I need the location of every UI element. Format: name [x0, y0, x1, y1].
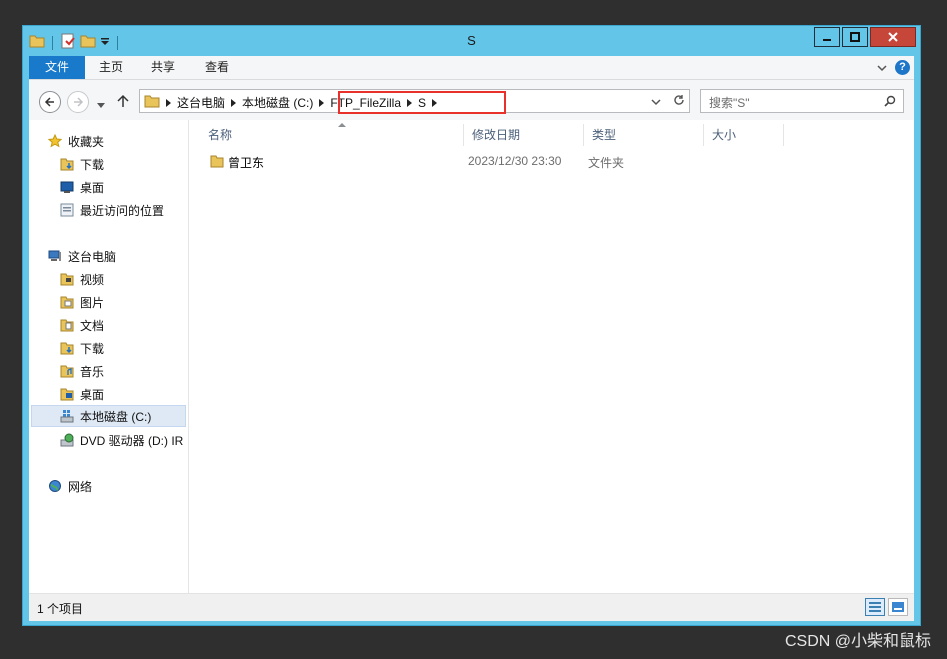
- column-header-label: 名称: [208, 128, 233, 142]
- content-area: 收藏夹 下载 桌面 最近访问的位置 这台电脑 视频 图片 文档 下载 音乐 桌面…: [29, 120, 914, 593]
- column-header-name[interactable]: 名称: [200, 123, 464, 146]
- expand-ribbon-icon[interactable]: [877, 61, 887, 75]
- breadcrumb-arrow-icon[interactable]: [166, 98, 171, 107]
- refresh-icon[interactable]: [673, 94, 685, 109]
- downloads-folder-icon: [59, 156, 75, 172]
- videos-folder-icon: [59, 271, 75, 287]
- help-icon[interactable]: ?: [895, 60, 910, 75]
- desktop-icon: [59, 179, 75, 195]
- computer-icon: [47, 248, 63, 264]
- column-header-label: 修改日期: [472, 128, 521, 142]
- nav-item-label: 本地磁盘 (C:): [80, 409, 152, 424]
- file-modified: 2023/12/30 23:30: [468, 154, 562, 168]
- forward-button[interactable]: [67, 91, 89, 113]
- file-list: 名称 修改日期 类型 大小 曾卫东 2023/12/30 23:30 文件夹: [190, 120, 914, 593]
- nav-item-label: 音乐: [80, 364, 105, 379]
- back-button[interactable]: [39, 91, 61, 113]
- item-count: 1 个项目: [37, 602, 84, 616]
- search-input[interactable]: 搜索"S": [700, 89, 904, 113]
- documents-folder-icon: [59, 317, 75, 333]
- star-icon: [47, 133, 63, 149]
- local-disk-icon: [59, 408, 75, 424]
- file-name[interactable]: 曾卫东: [228, 154, 264, 171]
- nav-item-local-disk[interactable]: 本地磁盘 (C:): [31, 405, 186, 427]
- downloads-folder-icon: [59, 340, 75, 356]
- column-header-size[interactable]: 大小: [704, 124, 784, 146]
- network-icon: [47, 478, 63, 494]
- ribbon-tabs: 文件 主页 共享 查看 ?: [29, 56, 914, 80]
- folder-icon: [210, 154, 224, 171]
- music-folder-icon: [59, 363, 75, 379]
- minimize-button[interactable]: [814, 27, 840, 47]
- nav-item-label: DVD 驱动器 (D:) IR: [80, 433, 184, 448]
- search-icon[interactable]: [884, 95, 896, 110]
- tab-view[interactable]: 查看: [205, 56, 229, 79]
- tab-home[interactable]: 主页: [99, 56, 123, 79]
- breadcrumb-this-pc[interactable]: 这台电脑: [177, 94, 225, 111]
- nav-item-label: 图片: [80, 295, 105, 310]
- maximize-button[interactable]: [842, 27, 868, 47]
- tab-file[interactable]: 文件: [29, 56, 85, 79]
- recent-places-icon: [59, 202, 75, 218]
- window-title: S: [467, 33, 476, 48]
- address-history-chevron-icon[interactable]: [651, 95, 661, 109]
- search-placeholder: 搜索"S": [709, 96, 750, 110]
- column-header-type[interactable]: 类型: [584, 124, 704, 146]
- view-switcher: [865, 598, 908, 616]
- nav-favorites[interactable]: 收藏夹: [47, 130, 205, 152]
- breadcrumb-local-disk[interactable]: 本地磁盘 (C:): [242, 94, 313, 111]
- navigation-pane: 收藏夹 下载 桌面 最近访问的位置 这台电脑 视频 图片 文档 下载 音乐 桌面…: [29, 120, 189, 593]
- nav-item-label: 视频: [80, 272, 105, 287]
- title-bar: S: [23, 26, 920, 56]
- dvd-drive-icon: [59, 432, 75, 448]
- breadcrumb-arrow-icon[interactable]: [231, 98, 237, 107]
- address-controls: [651, 94, 685, 109]
- pictures-folder-icon: [59, 294, 75, 310]
- folder-icon: [144, 93, 160, 112]
- nav-item-label: 下载: [80, 341, 105, 356]
- breadcrumb-arrow-icon[interactable]: [319, 98, 325, 107]
- column-header-label: 大小: [712, 128, 737, 142]
- up-arrow-icon[interactable]: [117, 94, 129, 111]
- explorer-window: S 文件 主页 共享 查看 ? 这台电脑 本地磁盘 (C:) FTP_FileZ…: [22, 25, 921, 626]
- file-type: 文件夹: [588, 156, 625, 170]
- nav-item-label: 桌面: [80, 180, 105, 195]
- nav-network[interactable]: 网络: [47, 475, 205, 497]
- sort-ascending-icon: [338, 123, 346, 127]
- file-row[interactable]: 曾卫东 2023/12/30 23:30 文件夹: [202, 150, 914, 174]
- nav-this-pc[interactable]: 这台电脑: [47, 245, 205, 267]
- desktop-folder-icon: [59, 386, 75, 402]
- nav-this-pc-label: 这台电脑: [68, 249, 117, 264]
- tab-share[interactable]: 共享: [151, 56, 175, 79]
- close-button[interactable]: [870, 27, 916, 47]
- ribbon-controls: ?: [877, 60, 910, 75]
- status-bar: 1 个项目: [29, 593, 914, 621]
- column-header-modified[interactable]: 修改日期: [464, 124, 584, 146]
- nav-item-label: 下载: [80, 157, 105, 172]
- nav-item-label: 最近访问的位置: [80, 203, 165, 218]
- column-header-label: 类型: [592, 128, 617, 142]
- recent-locations-chevron-icon[interactable]: [97, 98, 105, 112]
- watermark: CSDN @小柴和鼠标: [784, 633, 931, 650]
- large-icons-view-button[interactable]: [888, 598, 908, 616]
- nav-network-label: 网络: [68, 479, 93, 494]
- nav-item-label: 文档: [80, 318, 105, 333]
- nav-item-label: 桌面: [80, 387, 105, 402]
- window-controls: [814, 27, 916, 47]
- details-view-button[interactable]: [865, 598, 885, 616]
- nav-favorites-label: 收藏夹: [68, 134, 105, 149]
- address-highlight-box: [338, 91, 506, 114]
